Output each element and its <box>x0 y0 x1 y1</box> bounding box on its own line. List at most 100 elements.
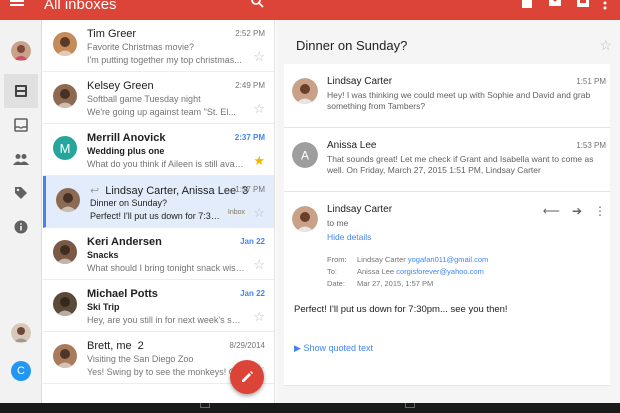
conversation-sender: Michael Potts <box>87 288 158 300</box>
conversation-time: Jan 22 <box>240 237 265 246</box>
reply-icon[interactable]: ⟵ <box>543 204 560 218</box>
account-c-avatar[interactable]: C <box>4 354 38 388</box>
conversation-subject: Ski Trip <box>87 302 120 312</box>
conversation-row[interactable]: ↩ Lindsay Carter, Anissa Lee 3 1:57 PM Dinne… <box>43 176 274 228</box>
conversation-subject: Softball game Tuesday night <box>87 94 201 104</box>
conversation-time: 2:49 PM <box>235 81 265 90</box>
star-icon[interactable]: ☆ <box>253 102 265 115</box>
hide-details-link[interactable]: Hide details <box>327 232 371 242</box>
message-snippet: That sounds great! Let me check if Grant… <box>327 154 594 175</box>
svg-text:A: A <box>301 149 309 163</box>
info-icon[interactable] <box>4 210 38 244</box>
people-icon[interactable] <box>4 142 38 176</box>
star-icon[interactable]: ☆ <box>253 310 265 323</box>
message-sender: Anissa Lee <box>327 140 377 151</box>
sender-avatar: A <box>292 142 318 168</box>
star-icon[interactable]: ★ <box>253 154 265 167</box>
navigation-rail: C <box>0 20 42 403</box>
conversation-avatar <box>56 188 80 212</box>
message-time: 1:53 PM <box>576 141 606 150</box>
conversation-subject: Visiting the San Diego Zoo <box>87 354 194 364</box>
inbox-icon[interactable] <box>4 108 38 142</box>
thread-subject: Dinner on Sunday? <box>296 38 408 53</box>
conversation-avatar: M <box>53 136 77 160</box>
conversation-snippet: What do you think if Aileen is still ava… <box>87 159 245 169</box>
conversation-snippet: What should I bring tonight snack wise? … <box>87 263 245 273</box>
secondary-account-avatar[interactable] <box>4 316 38 350</box>
mail-icon[interactable] <box>548 0 562 8</box>
archive-icon[interactable] <box>520 0 534 8</box>
conversation-snippet: I'm putting together my top christmas... <box>87 55 242 65</box>
conversation-sender: Keri Andersen <box>87 236 162 248</box>
meta-to: To: Anissa Lee corgisforever@yahoo.com <box>327 267 484 276</box>
star-icon[interactable]: ☆ <box>253 206 265 219</box>
move-icon[interactable] <box>576 0 590 8</box>
conversation-sender: Tim Greer <box>87 28 137 40</box>
thread-star-icon[interactable]: ☆ <box>599 37 612 54</box>
search-icon[interactable] <box>250 0 264 8</box>
label-icon[interactable] <box>4 176 38 210</box>
message-actions: ⟵ ➔ ⋮ <box>531 204 606 218</box>
conversation-sender: ↩ Lindsay Carter, Anissa Lee 3 <box>90 185 249 197</box>
star-icon[interactable]: ☆ <box>253 258 265 271</box>
meta-from: From: Lindsay Carter yogafan011@gmail.com <box>327 255 489 264</box>
conversation-snippet: Yes! Swing by to see the monkeys! On Fri… <box>87 367 245 377</box>
conversation-avatar <box>53 240 77 264</box>
conversation-row[interactable]: Michael Potts Jan 22 Ski Trip Hey, are you … <box>43 280 274 332</box>
conversation-subject: Wedding plus one <box>87 146 165 156</box>
conversation-row[interactable]: Keri Andersen Jan 22 Snacks What should I b… <box>43 228 274 280</box>
message-time: 1:51 PM <box>576 77 606 86</box>
back-icon[interactable] <box>200 403 210 408</box>
conversation-time: 8/29/2014 <box>229 341 265 350</box>
more-icon[interactable]: ⋮ <box>594 204 606 218</box>
thread-count: 2 <box>137 340 144 352</box>
conversation-subject: Dinner on Sunday? <box>90 198 168 208</box>
conversation-subject: Favorite Christmas movie? <box>87 42 195 52</box>
triangle-right-icon: ▶ <box>294 343 301 353</box>
show-quoted-text-link[interactable]: ▶ Show quoted text <box>294 343 373 354</box>
message-sender: Lindsay Carter <box>327 76 393 87</box>
message-detail-pane: Dinner on Sunday? ☆ Lindsay Carter 1:51 … <box>276 20 620 403</box>
message-body: Perfect! I'll put us down for 7:30pm... … <box>294 304 508 315</box>
message-card[interactable]: Lindsay Carter 1:51 PM Hey! I was thinki… <box>284 64 610 128</box>
meta-date: Date: Mar 27, 2015, 1:57 PM <box>327 279 434 288</box>
conversation-time: Jan 22 <box>240 289 265 298</box>
conversation-time: 1:57 PM <box>235 185 265 194</box>
menu-icon[interactable] <box>10 0 24 10</box>
from-email-link[interactable]: yogafan011@gmail.com <box>408 255 488 264</box>
pencil-icon <box>242 371 253 382</box>
recents-icon[interactable] <box>405 403 415 408</box>
message-card[interactable]: A Anissa Lee 1:53 PM That sounds great! … <box>284 128 610 192</box>
conversation-row[interactable]: Tim Greer 2:52 PM Favorite Christmas movie… <box>43 20 274 72</box>
conversation-snippet: We're going up against team "St. El... <box>87 107 236 117</box>
message-snippet: Hey! I was thinking we could meet up wit… <box>327 90 591 111</box>
conversation-list: Tim Greer 2:52 PM Favorite Christmas movie… <box>43 20 275 403</box>
conversation-avatar <box>53 292 77 316</box>
conversation-sender: Merrill Anovick <box>87 132 166 144</box>
inbox-badge: Inbox <box>225 209 247 216</box>
star-icon[interactable]: ☆ <box>253 50 265 63</box>
message-sender: Lindsay Carter <box>327 204 393 215</box>
conversation-sender: Kelsey Green <box>87 80 154 92</box>
conversation-avatar <box>53 32 77 56</box>
conversation-snippet: Perfect! I'll put us down for 7:30pm... <box>90 211 220 221</box>
conversation-time: 2:52 PM <box>235 29 265 38</box>
expanded-message-card: Lindsay Carter to me Hide details ⟵ ➔ ⋮ Fr… <box>284 192 610 386</box>
conversation-row[interactable]: Kelsey Green 2:49 PM Softball game Tuesday… <box>43 72 274 124</box>
replied-icon: ↩ <box>90 185 100 197</box>
app-bar-title: All inboxes <box>44 0 117 13</box>
more-icon[interactable] <box>603 0 607 10</box>
conversation-subject: Snacks <box>87 250 119 260</box>
conversation-snippet: Hey, are you still in for next week's sk… <box>87 315 245 325</box>
app-bar: All inboxes <box>0 0 620 20</box>
to-email-link[interactable]: corgisforever@yahoo.com <box>396 267 484 276</box>
sender-avatar <box>292 206 318 232</box>
forward-icon[interactable]: ➔ <box>572 204 582 218</box>
conversation-row[interactable]: M Merrill Anovick 2:37 PM Wedding plus one W… <box>43 124 274 176</box>
conversation-sender: Brett, me 2 <box>87 340 144 352</box>
compose-button[interactable] <box>230 360 264 394</box>
inbox-all-icon[interactable] <box>4 74 38 108</box>
conversation-time: 2:37 PM <box>234 133 265 142</box>
conversation-avatar <box>53 84 77 108</box>
account-avatar[interactable] <box>4 34 38 68</box>
